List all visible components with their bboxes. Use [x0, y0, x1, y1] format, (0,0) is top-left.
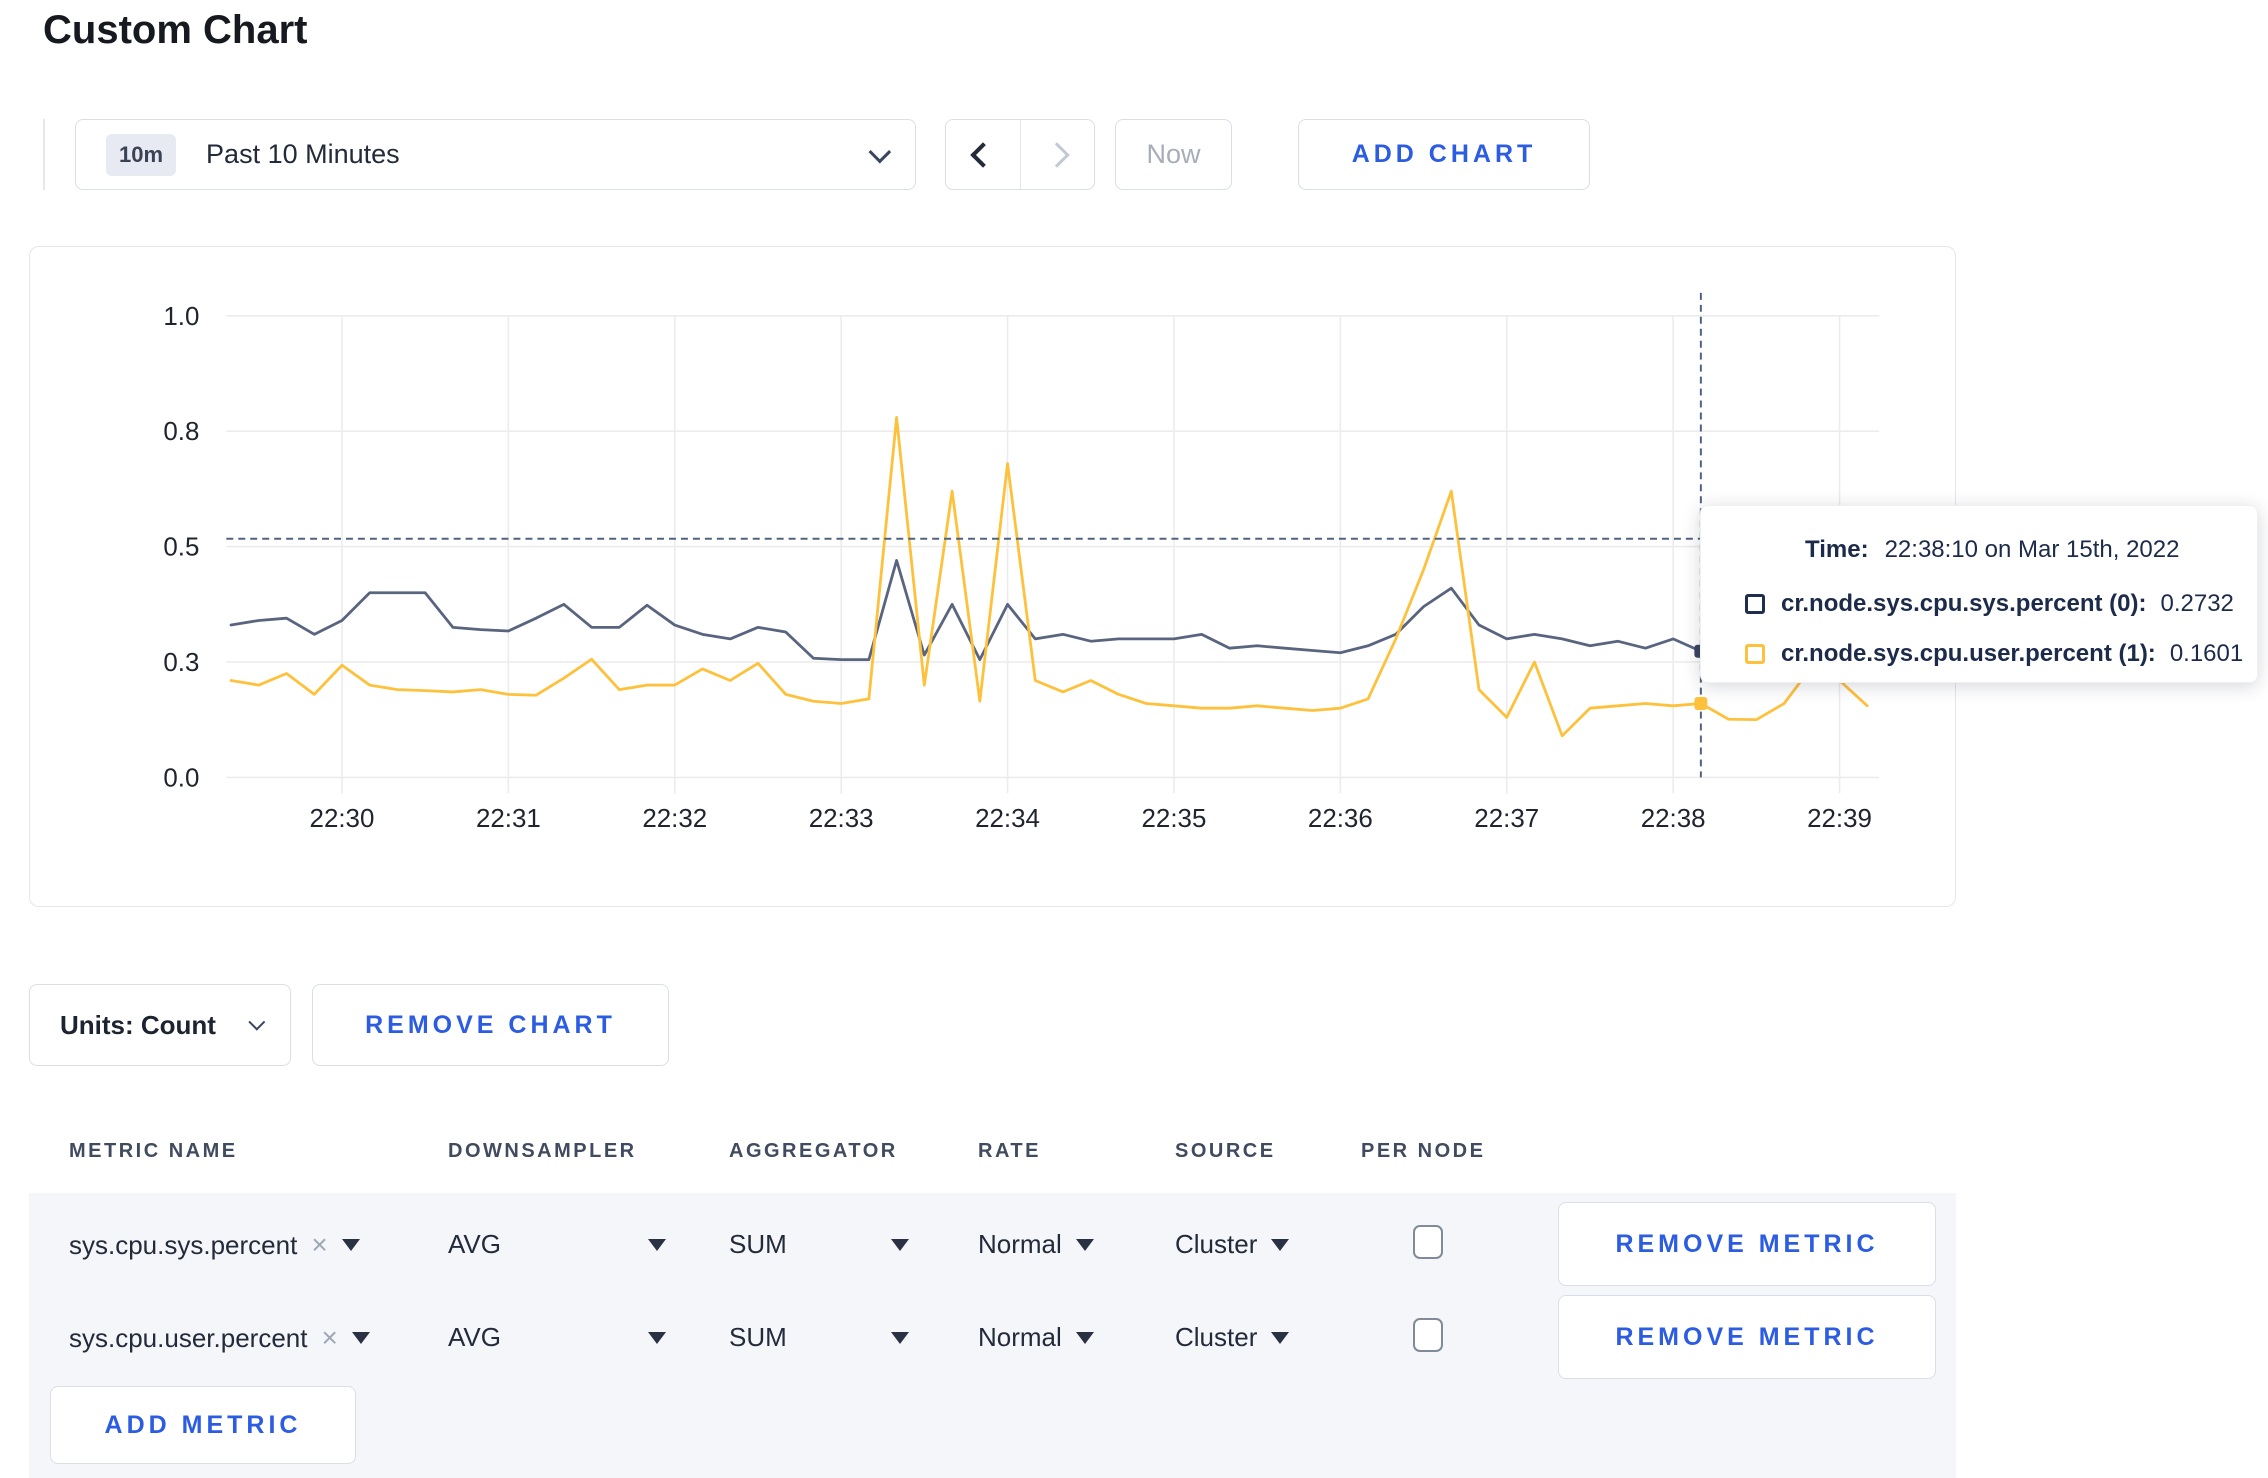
- chevron-left-icon: [970, 141, 996, 168]
- svg-text:22:33: 22:33: [809, 805, 874, 833]
- svg-text:22:36: 22:36: [1308, 805, 1373, 833]
- svg-text:22:39: 22:39: [1807, 805, 1872, 833]
- svg-text:0.5: 0.5: [163, 534, 199, 562]
- per-node-checkbox[interactable]: [1413, 1225, 1443, 1259]
- page-title: Custom Chart: [43, 8, 308, 52]
- metrics-table-body: sys.cpu.sys.percent × AVG SUM Normal Clu…: [29, 1193, 1956, 1478]
- svg-text:22:34: 22:34: [975, 805, 1040, 833]
- time-range-badge: 10m: [106, 133, 177, 176]
- dropdown-arrow-icon: [648, 1238, 666, 1251]
- units-select[interactable]: Units: Count: [29, 984, 291, 1066]
- chevron-down-icon: [248, 1013, 266, 1031]
- source-select[interactable]: Cluster: [1175, 1322, 1290, 1353]
- dropdown-arrow-icon: [891, 1238, 909, 1251]
- column-header-rate: RATE: [978, 1140, 1041, 1162]
- rate-select[interactable]: Normal: [978, 1322, 1094, 1353]
- downsampler-select[interactable]: AVG: [448, 1322, 666, 1353]
- now-button[interactable]: Now: [1115, 119, 1232, 190]
- aggregator-select[interactable]: SUM: [729, 1229, 909, 1260]
- dropdown-arrow-icon: [1075, 1238, 1094, 1251]
- svg-text:22:30: 22:30: [310, 805, 375, 833]
- remove-chart-button[interactable]: REMOVE CHART: [312, 984, 669, 1066]
- svg-text:0.0: 0.0: [163, 764, 199, 792]
- clear-metric-icon[interactable]: ×: [311, 1229, 327, 1261]
- metric-name-select[interactable]: sys.cpu.user.percent ×: [69, 1322, 370, 1354]
- line-chart[interactable]: 0.0 0.3 0.5 0.8 1.0 22:30 22:31 22:32 22:33 22:34…: [30, 247, 1955, 906]
- metrics-table: METRIC NAME DOWNSAMPLER AGGREGATOR RATE …: [29, 1120, 1956, 1478]
- dropdown-arrow-icon: [648, 1331, 666, 1344]
- column-header-metric-name: METRIC NAME: [69, 1140, 238, 1162]
- remove-metric-button[interactable]: REMOVE METRIC: [1558, 1295, 1936, 1379]
- tooltip-series-label: cr.node.sys.cpu.user.percent (1):: [1781, 640, 2156, 667]
- column-header-per-node: PER NODE: [1361, 1140, 1486, 1162]
- clear-metric-icon[interactable]: ×: [321, 1322, 337, 1354]
- sys-series-swatch-icon: [1745, 594, 1765, 614]
- dropdown-arrow-icon: [341, 1239, 360, 1251]
- prev-time-button[interactable]: [946, 120, 1020, 189]
- dropdown-arrow-icon: [891, 1331, 909, 1344]
- chevron-down-icon: [868, 140, 892, 163]
- chart-hover-tooltip: Time: 22:38:10 on Mar 15th, 2022 cr.node.…: [1700, 505, 2258, 683]
- metrics-table-header: METRIC NAME DOWNSAMPLER AGGREGATOR RATE …: [29, 1120, 1956, 1193]
- column-header-aggregator: AGGREGATOR: [729, 1140, 898, 1162]
- svg-text:22:31: 22:31: [476, 805, 541, 833]
- tooltip-series-row: cr.node.sys.cpu.sys.percent (0): 0.2732: [1745, 590, 2234, 618]
- svg-text:22:35: 22:35: [1142, 805, 1207, 833]
- add-metric-button[interactable]: ADD METRIC: [50, 1386, 356, 1464]
- tooltip-series-row: cr.node.sys.cpu.user.percent (1): 0.1601: [1745, 640, 2243, 668]
- time-range-select[interactable]: 10m Past 10 Minutes: [75, 119, 916, 190]
- column-header-downsampler: DOWNSAMPLER: [448, 1140, 637, 1162]
- svg-text:22:37: 22:37: [1474, 805, 1539, 833]
- tooltip-time-label: Time:: [1805, 536, 1869, 563]
- time-range-label: Past 10 Minutes: [206, 139, 400, 169]
- dropdown-arrow-icon: [1075, 1331, 1094, 1344]
- svg-text:0.3: 0.3: [163, 649, 199, 677]
- user-series-swatch-icon: [1745, 644, 1765, 664]
- chevron-right-icon: [1044, 141, 1070, 168]
- svg-text:22:38: 22:38: [1641, 805, 1706, 833]
- dropdown-arrow-icon: [1271, 1331, 1290, 1344]
- svg-text:22:32: 22:32: [642, 805, 707, 833]
- source-select[interactable]: Cluster: [1175, 1229, 1290, 1260]
- rate-select[interactable]: Normal: [978, 1229, 1094, 1260]
- per-node-checkbox[interactable]: [1413, 1318, 1443, 1352]
- tooltip-series-value: 0.2732: [2160, 590, 2234, 617]
- tooltip-series-label: cr.node.sys.cpu.sys.percent (0):: [1781, 590, 2147, 617]
- dropdown-arrow-icon: [351, 1332, 370, 1344]
- custom-chart-page: Custom Chart 10m Past 10 Minutes Now ADD…: [0, 0, 2268, 1478]
- toolbar-divider: [43, 119, 45, 190]
- chart-card: 0.0 0.3 0.5 0.8 1.0 22:30 22:31 22:32 22:33 22:34…: [29, 246, 1956, 907]
- dropdown-arrow-icon: [1271, 1238, 1290, 1251]
- tooltip-series-value: 0.1601: [2169, 640, 2244, 667]
- svg-text:0.8: 0.8: [163, 418, 199, 446]
- time-nav-group: [945, 119, 1095, 190]
- tooltip-time: Time: 22:38:10 on Mar 15th, 2022: [1805, 536, 2179, 564]
- svg-text:1.0: 1.0: [163, 303, 199, 331]
- units-label: Units: Count: [60, 1009, 216, 1040]
- add-chart-button[interactable]: ADD CHART: [1298, 119, 1590, 190]
- downsampler-select[interactable]: AVG: [448, 1229, 666, 1260]
- metric-name-select[interactable]: sys.cpu.sys.percent ×: [69, 1229, 360, 1261]
- tooltip-time-value: 22:38:10 on Mar 15th, 2022: [1884, 536, 2180, 563]
- column-header-source: SOURCE: [1175, 1140, 1276, 1162]
- next-time-button[interactable]: [1019, 120, 1095, 189]
- remove-metric-button[interactable]: REMOVE METRIC: [1558, 1202, 1936, 1286]
- aggregator-select[interactable]: SUM: [729, 1322, 909, 1353]
